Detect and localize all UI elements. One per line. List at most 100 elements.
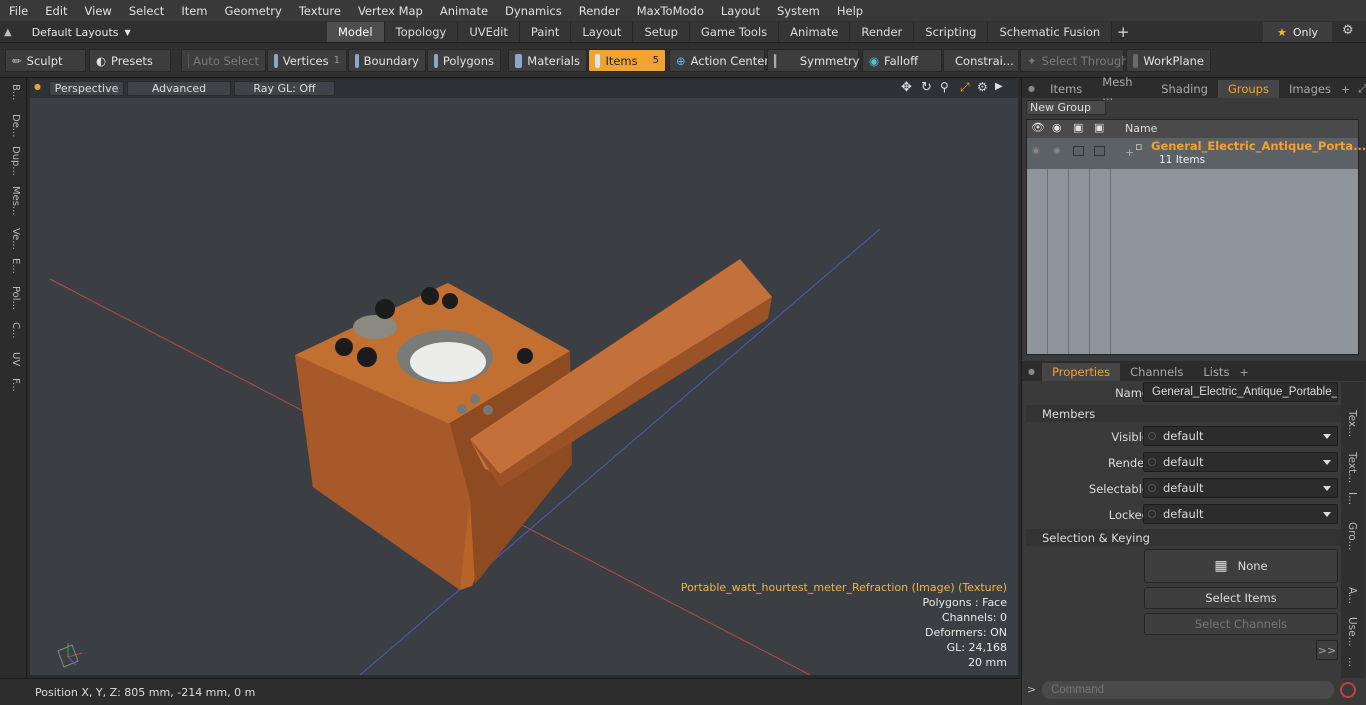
left-tab-polygon[interactable]: Pol... — [5, 286, 21, 310]
side-tab-user[interactable]: Use... — [1346, 617, 1358, 647]
row-lock-icon[interactable] — [1073, 146, 1084, 156]
zoom-view-icon[interactable]: ⚲ — [940, 80, 949, 94]
left-tab-duplicate[interactable]: Dup... — [5, 146, 21, 176]
boundary-button[interactable]: Boundary — [348, 49, 426, 72]
action-center-button[interactable]: ⊕ Action Center — [669, 49, 769, 72]
more-button[interactable]: >> — [1316, 640, 1338, 660]
gear-icon[interactable]: ⚙ — [1342, 23, 1354, 38]
tab-layout[interactable]: Layout — [571, 22, 634, 42]
layout-selector[interactable]: ▲ Default Layouts ▼ — [4, 21, 131, 43]
tab-lists[interactable]: Lists — [1193, 363, 1239, 381]
expand-icon[interactable]: + — [1125, 146, 1134, 159]
raygl-button[interactable]: Ray GL: Off — [234, 81, 335, 96]
panel-menu-icon[interactable]: ● — [1022, 84, 1040, 98]
tab-paint[interactable]: Paint — [519, 22, 572, 42]
selectable-dropdown[interactable]: default — [1143, 478, 1338, 498]
3d-viewport[interactable]: ● Perspective Advanced Ray GL: Off ✥ ↻ ⚲… — [30, 79, 1018, 675]
side-tab-texture[interactable]: Tex... — [1346, 410, 1358, 437]
sculpt-button[interactable]: ✏ Sculpt — [5, 49, 86, 72]
tab-topology[interactable]: Topology — [384, 22, 459, 42]
presets-button[interactable]: ◐ Presets — [89, 49, 171, 72]
command-input[interactable] — [1042, 681, 1334, 699]
none-button[interactable]: ▦ None — [1144, 549, 1338, 583]
constraints-button[interactable]: Constrai... — [943, 49, 1019, 72]
tab-model[interactable]: Model — [327, 22, 385, 42]
add-panel-tab-icon[interactable]: + — [1341, 83, 1350, 98]
lock-icon[interactable]: ▣ — [1073, 121, 1083, 134]
tab-render[interactable]: Render — [850, 22, 915, 42]
menu-render[interactable]: Render — [570, 4, 628, 18]
side-tab-assembly[interactable]: A... — [1346, 587, 1358, 604]
menu-layout[interactable]: Layout — [712, 4, 768, 18]
menu-help[interactable]: Help — [828, 4, 871, 18]
left-tab-curve[interactable]: C... — [5, 322, 21, 339]
menu-dynamics[interactable]: Dynamics — [496, 4, 570, 18]
eye-icon[interactable]: 👁 — [1031, 121, 1045, 134]
materials-button[interactable]: Materials — [508, 49, 587, 72]
menu-view[interactable]: View — [76, 4, 120, 18]
left-tab-uv[interactable]: UV — [5, 352, 21, 366]
left-tab-vertex[interactable]: Ve... — [5, 228, 21, 250]
select-icon[interactable]: ▣ — [1094, 121, 1104, 134]
only-button[interactable]: ★ Only — [1263, 22, 1332, 42]
falloff-button[interactable]: ◉ Falloff — [862, 49, 942, 72]
left-tab-edge[interactable]: E... — [5, 258, 21, 274]
left-tab-mesh-edit[interactable]: Mes... — [5, 186, 21, 216]
tab-shading[interactable]: Shading — [1151, 80, 1218, 98]
menu-vertex-map[interactable]: Vertex Map — [349, 4, 431, 18]
move-view-icon[interactable]: ✥ — [901, 80, 912, 95]
left-tab-basic[interactable]: B... — [5, 84, 21, 100]
side-tab-more[interactable]: ... — [1346, 657, 1358, 667]
polygons-button[interactable]: Polygons — [427, 49, 501, 72]
group-row[interactable]: ◉ ◉ + ▫ General_Electric_Antique_Porta..… — [1027, 138, 1366, 169]
menu-animate[interactable]: Animate — [431, 4, 496, 18]
tab-images[interactable]: Images — [1279, 80, 1341, 98]
new-group-button[interactable]: New Group — [1026, 100, 1106, 115]
panel-expand-icon[interactable]: ⤢ — [1358, 82, 1366, 98]
fit-view-icon[interactable]: ⤢ — [960, 80, 970, 95]
items-button[interactable]: Items 5 — [588, 49, 666, 72]
vertices-button[interactable]: Vertices 1 — [267, 49, 347, 72]
menu-edit[interactable]: Edit — [36, 4, 75, 18]
tab-animate[interactable]: Animate — [779, 22, 851, 42]
menu-item[interactable]: Item — [172, 4, 215, 18]
tab-groups[interactable]: Groups — [1217, 80, 1279, 98]
row-render-icon[interactable]: ◉ — [1053, 146, 1061, 156]
tab-scripting[interactable]: Scripting — [914, 22, 989, 42]
side-tab-groups[interactable]: Gro... — [1346, 522, 1358, 550]
viewport-settings-icon[interactable]: ⚙ — [977, 80, 988, 94]
selection-keying-section[interactable]: Selection & Keying — [1026, 529, 1355, 546]
rotate-view-icon[interactable]: ↻ — [921, 80, 932, 95]
tab-properties[interactable]: Properties — [1042, 363, 1121, 381]
row-eye-icon[interactable]: ◉ — [1032, 146, 1040, 156]
menu-geometry[interactable]: Geometry — [216, 4, 290, 18]
tab-items[interactable]: Items — [1040, 80, 1092, 98]
side-tab-text[interactable]: Text... — [1346, 452, 1358, 483]
tab-channels[interactable]: Channels — [1120, 363, 1193, 381]
menu-texture[interactable]: Texture — [290, 4, 349, 18]
tab-mesh[interactable]: Mesh ... — [1092, 75, 1151, 103]
tab-schematic-fusion[interactable]: Schematic Fusion — [988, 22, 1113, 42]
locked-dropdown[interactable]: default — [1143, 504, 1338, 524]
menu-maxtomodo[interactable]: MaxToModo — [628, 4, 712, 18]
render-dropdown[interactable]: default — [1143, 452, 1338, 472]
render-icon[interactable]: ◉ — [1052, 121, 1062, 134]
shading-mode-button[interactable]: Advanced — [127, 81, 231, 96]
left-tab-fusion[interactable]: F... — [5, 378, 21, 392]
members-section[interactable]: Members — [1026, 405, 1355, 422]
side-tab-info[interactable]: I... — [1346, 492, 1358, 505]
viewport-expand-icon[interactable]: ▶ — [995, 81, 1003, 92]
record-icon[interactable] — [1340, 682, 1356, 698]
menu-file[interactable]: File — [0, 4, 36, 18]
select-channels-button[interactable]: Select Channels — [1144, 613, 1338, 635]
view-type-button[interactable]: Perspective — [49, 81, 124, 96]
select-through-button[interactable]: ✦ Select Through — [1020, 49, 1128, 72]
menu-select[interactable]: Select — [120, 4, 172, 18]
visible-dropdown[interactable]: default — [1143, 426, 1338, 446]
props-menu-icon[interactable]: ● — [1022, 367, 1042, 381]
menu-system[interactable]: System — [768, 4, 828, 18]
tab-setup[interactable]: Setup — [633, 22, 690, 42]
add-props-tab-icon[interactable]: + — [1239, 366, 1248, 381]
name-field[interactable] — [1143, 382, 1338, 402]
add-tab-icon[interactable]: + — [1112, 22, 1134, 42]
